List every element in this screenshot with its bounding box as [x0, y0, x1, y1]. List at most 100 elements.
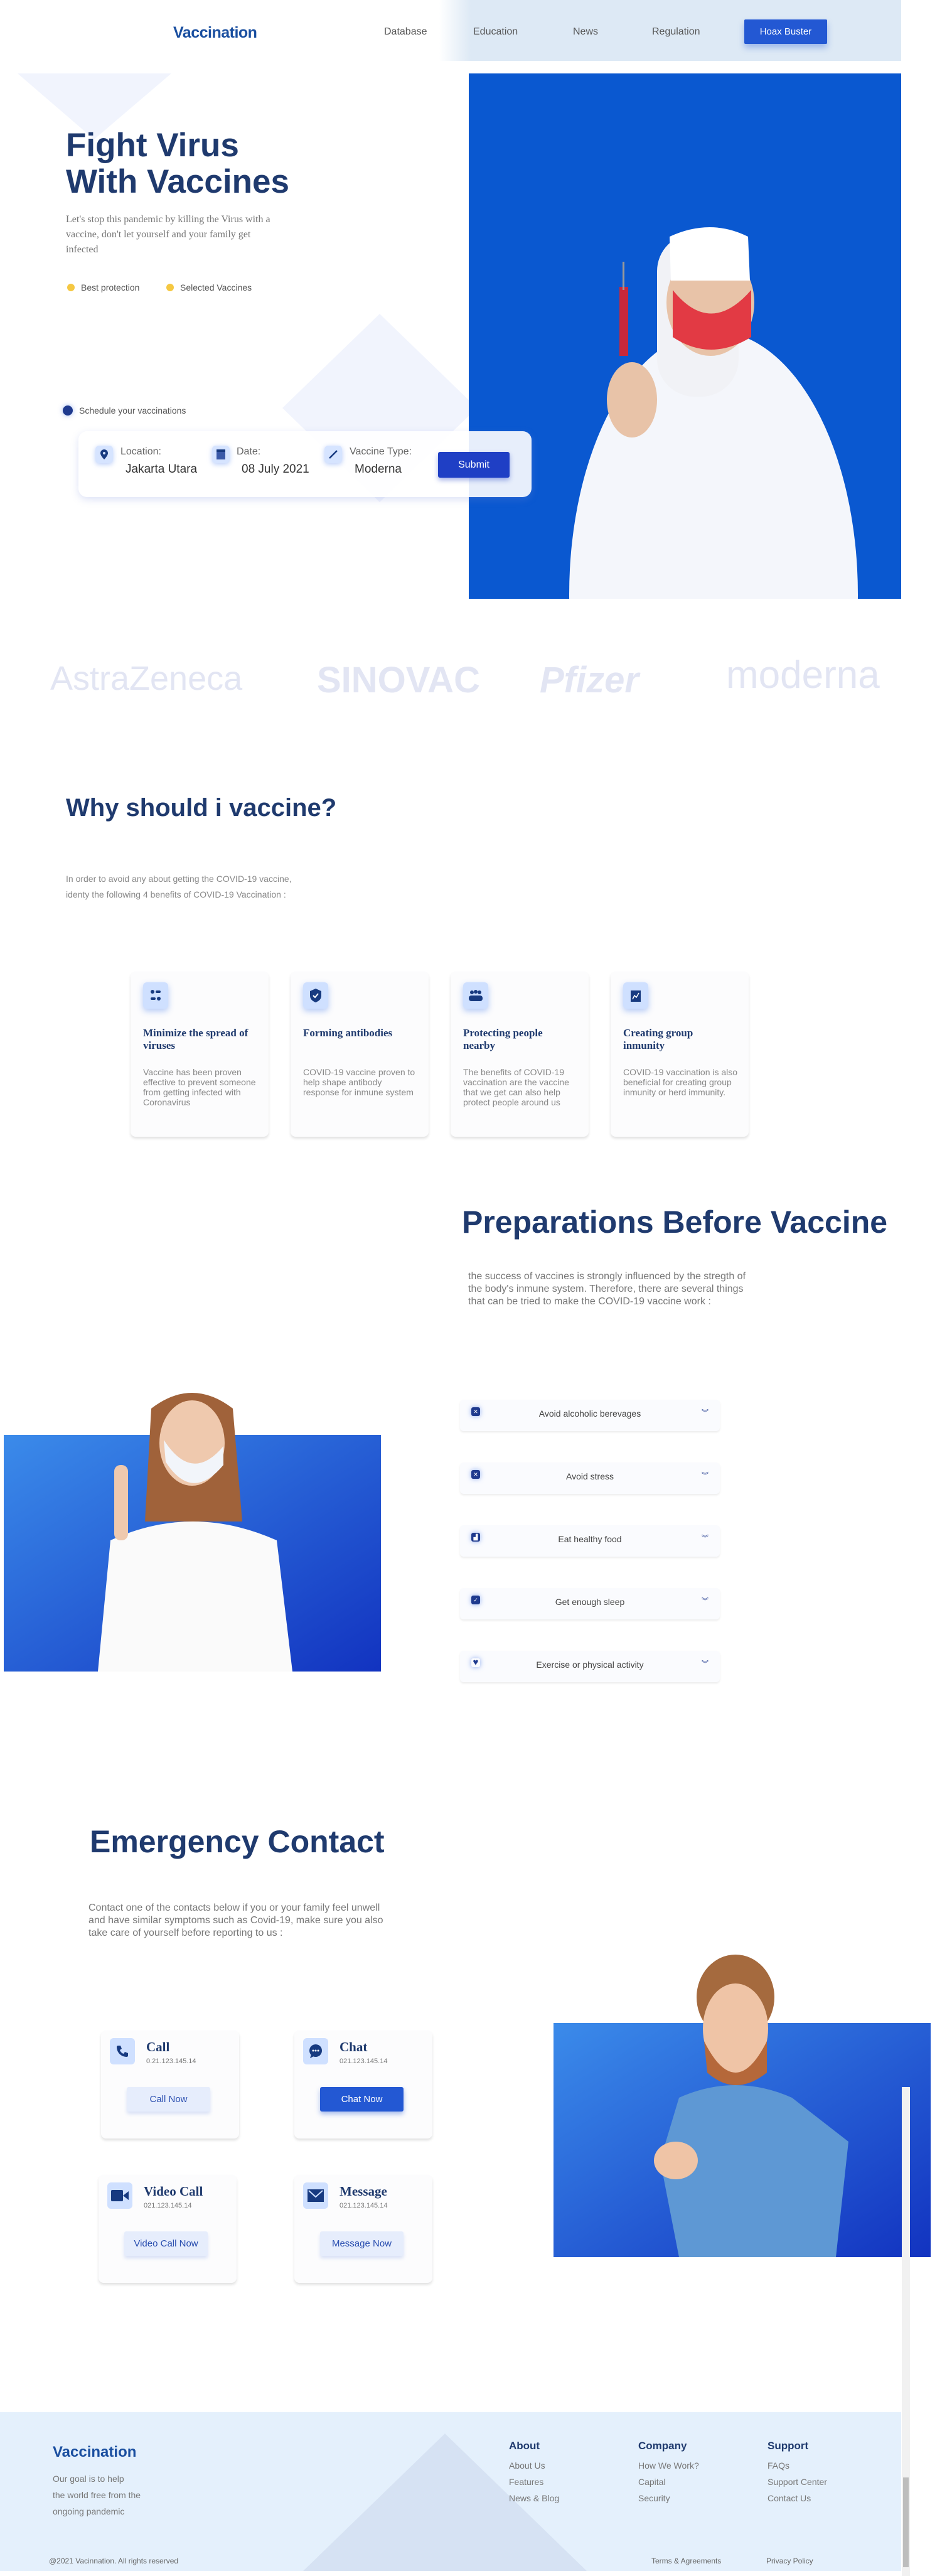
nav-education[interactable]: Education [473, 26, 518, 38]
vaccine-type-field[interactable]: Moderna [355, 463, 402, 476]
feature-best-protection: Best protection [67, 282, 139, 292]
nav-regulation[interactable]: Regulation [652, 26, 700, 38]
doctor-image [554, 1953, 931, 2257]
feature-label: Best protection [81, 282, 140, 292]
clock-icon [63, 405, 73, 416]
call-now-button[interactable]: Call Now [127, 2087, 210, 2112]
footer-heading-about: About [509, 2440, 540, 2452]
vaccine-type-label: Vaccine Type: [350, 446, 412, 457]
contact-number: 0.21.123.145.14 [146, 2058, 196, 2065]
contact-number: 021.123.145.14 [340, 2202, 388, 2209]
scrollbar-track[interactable] [902, 2087, 910, 2576]
location-field[interactable]: Jakarta Utara [126, 463, 197, 476]
contact-title: Call [146, 2039, 170, 2054]
envelope-icon [303, 2182, 328, 2209]
video-call-now-button[interactable]: Video Call Now [124, 2231, 208, 2256]
privacy-link[interactable]: Privacy Policy [766, 2557, 813, 2565]
footer-link[interactable]: Features [509, 2477, 543, 2487]
date-field[interactable]: 08 July 2021 [242, 463, 309, 476]
prep-text: the success of vaccines is strongly infl… [468, 1271, 746, 1307]
syringe-icon [324, 446, 342, 463]
footer-heading-support: Support [767, 2440, 809, 2452]
terms-link[interactable]: Terms & Agreements [651, 2557, 721, 2565]
contact-title: Video Call [144, 2184, 203, 2199]
scrollbar-thumb[interactable] [903, 2477, 909, 2567]
brand-logo[interactable]: Vaccination [173, 24, 257, 42]
schedule-label: Schedule your vaccinations [63, 405, 186, 416]
video-camera-icon [107, 2182, 132, 2209]
footer-tagline: Our goal is to help [53, 2474, 124, 2484]
chevron-double-down-icon[interactable]: ︾ [702, 1407, 709, 1417]
benefit-body: The benefits of COVID-19 vaccination are… [463, 1067, 569, 1107]
feature-selected-vaccines: Selected Vaccines [166, 282, 252, 292]
footer-link[interactable]: Security [638, 2493, 670, 2503]
footer-link[interactable]: Contact Us [767, 2493, 811, 2503]
footer-tagline: the world free from the [53, 2490, 141, 2500]
benefit-card: Creating group inmunity COVID-19 vaccina… [611, 972, 749, 1137]
prep-item[interactable]: ▟ Eat healthy food ︾ [460, 1525, 720, 1557]
hero-nurse-image [469, 73, 901, 599]
hoax-buster-button[interactable]: Hoax Buster [744, 19, 827, 44]
footer-tagline: ongoing pandemic [53, 2506, 125, 2516]
prep-item[interactable]: ♥ Exercise or physical activity ︾ [460, 1651, 720, 1682]
chevron-double-down-icon[interactable]: ︾ [702, 1658, 709, 1668]
contact-title: Chat [340, 2039, 368, 2054]
benefit-title: Forming antibodies [303, 1027, 393, 1039]
contact-number: 021.123.145.14 [340, 2058, 388, 2065]
footer-link[interactable]: About Us [509, 2461, 545, 2471]
footer-heading-company: Company [638, 2440, 687, 2452]
prep-item-label: Avoid stress [566, 1471, 614, 1481]
benefit-body: COVID-19 vaccination is also beneficial … [623, 1067, 738, 1097]
benefit-card: Minimize the spread of viruses Vaccine h… [131, 972, 269, 1137]
why-text: In order to avoid any about getting the … [66, 874, 292, 899]
prep-title: Preparations Before Vaccine [462, 1205, 888, 1240]
footer-link[interactable]: FAQs [767, 2461, 789, 2471]
star-icon [166, 284, 174, 291]
chart-line-icon [623, 982, 648, 1009]
chat-bubble-icon [303, 2038, 328, 2064]
footer-link[interactable]: Support Center [767, 2477, 827, 2487]
hero-title-line-2: With Vaccines [66, 163, 289, 200]
prep-item[interactable]: ✕ Avoid stress ︾ [460, 1462, 720, 1494]
chevron-double-down-icon[interactable]: ︾ [702, 1596, 709, 1606]
hero-lead: Let's stop this pandemic by killing the … [66, 214, 270, 255]
nav-database[interactable]: Database [384, 26, 427, 38]
logo-pfizer: Pfizer [540, 660, 639, 700]
chat-now-button[interactable]: Chat Now [320, 2087, 404, 2112]
shield-icon [67, 284, 75, 291]
benefit-body: COVID-19 vaccine proven to help shape an… [303, 1067, 415, 1097]
submit-button[interactable]: Submit [438, 452, 510, 478]
nav-news[interactable]: News [573, 26, 598, 38]
location-label: Location: [120, 446, 161, 457]
prep-item-label: Eat healthy food [558, 1534, 622, 1544]
feature-label: Selected Vaccines [180, 282, 252, 292]
footer-brand[interactable]: Vaccination [53, 2444, 136, 2461]
prep-item-label: Exercise or physical activity [536, 1660, 644, 1670]
benefit-card: Protecting people nearby The benefits of… [451, 972, 589, 1137]
emergency-title: Emergency Contact [90, 1824, 385, 1859]
prep-item[interactable]: ✕ Avoid alcoholic berevages ︾ [460, 1400, 720, 1431]
contact-title: Message [340, 2184, 387, 2199]
footer-link[interactable]: How We Work? [638, 2461, 699, 2471]
shield-check-icon [303, 982, 328, 1009]
logo-astrazeneca: AstraZeneca [50, 660, 243, 697]
virus-spread-icon [143, 982, 168, 1009]
logo-sinovac: SINOVAC [317, 660, 480, 700]
chevron-double-down-icon[interactable]: ︾ [702, 1533, 709, 1543]
benefit-title: Minimize the spread of viruses [143, 1027, 249, 1051]
copyright: @2021 Vacinnation. All rights reserved [49, 2557, 179, 2565]
emergency-text: Contact one of the contacts below if you… [88, 1902, 383, 1938]
footer-link[interactable]: Capital [638, 2477, 666, 2487]
why-title: Why should i vaccine? [66, 794, 337, 822]
date-label: Date: [237, 446, 261, 457]
schedule-text: Schedule your vaccinations [79, 405, 186, 416]
prep-item-label: Get enough sleep [555, 1597, 625, 1607]
benefit-card: Forming antibodies COVID-19 vaccine prov… [291, 972, 429, 1137]
contact-number: 021.123.145.14 [144, 2202, 192, 2209]
location-pin-icon [95, 446, 113, 463]
contact-card-message: Message 021.123.145.14 Message Now [294, 2175, 432, 2283]
footer-link[interactable]: News & Blog [509, 2493, 559, 2503]
message-now-button[interactable]: Message Now [320, 2231, 404, 2256]
prep-item[interactable]: ✓ Get enough sleep ︾ [460, 1588, 720, 1619]
chevron-double-down-icon[interactable]: ︾ [702, 1470, 709, 1480]
